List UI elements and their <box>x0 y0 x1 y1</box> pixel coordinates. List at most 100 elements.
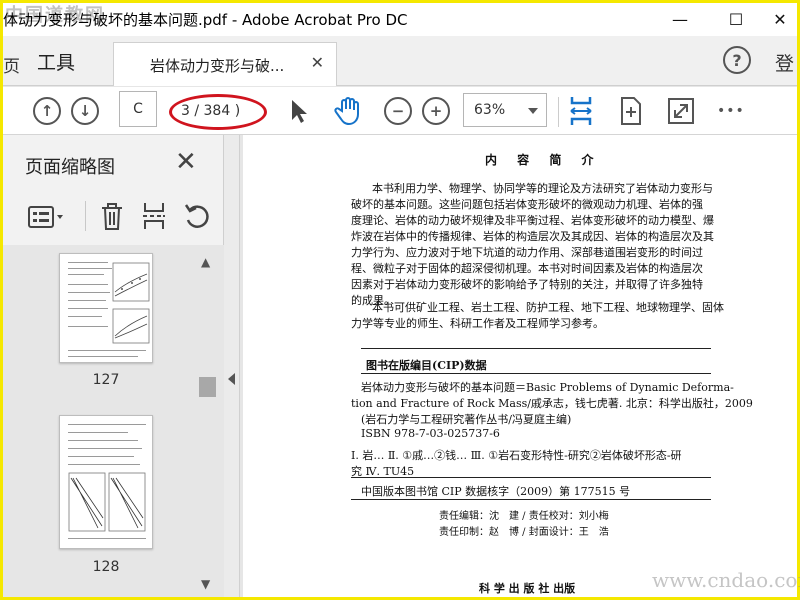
thumbnail-scrollbar[interactable] <box>199 245 217 595</box>
more-tools-button[interactable]: ••• <box>717 95 745 127</box>
scrollbar-thumb[interactable] <box>199 377 216 397</box>
previous-page-button[interactable]: ↑ <box>33 95 61 127</box>
publisher-line: 科 学 出 版 社 出版 <box>479 582 576 595</box>
page-number-input[interactable]: C <box>119 91 157 127</box>
intro-line: 本书利用力学、物理学、协同学等的理论及方法研究了岩体动力变形与 <box>372 182 713 195</box>
thumb-text-line <box>68 456 134 457</box>
intro-line: 破坏的基本问题。这些问题包括岩体变形破坏的微观动力机理、岩体的强 <box>351 198 703 211</box>
thumb-text-line <box>68 262 108 263</box>
hand-icon <box>334 97 359 126</box>
plus-icon: + <box>422 97 450 125</box>
select-tool-button[interactable] <box>287 95 309 127</box>
tab-document[interactable]: 岩体动力变形与破... ✕ <box>113 42 337 86</box>
thumb-text-line <box>68 326 108 327</box>
thumbnail-label: 127 <box>92 372 120 388</box>
thumb-text-line <box>68 432 128 433</box>
zoom-in-button[interactable]: + <box>422 95 450 127</box>
cursor-arrow-icon <box>292 100 307 123</box>
extract-page-button[interactable] <box>141 201 167 235</box>
thumb-text-line <box>68 424 146 425</box>
scroll-down-icon[interactable]: ▼ <box>201 577 210 591</box>
extract-page-icon <box>143 203 165 229</box>
intro-line: 力学行为、应力波对于地下坑道的动力作用、深部巷道围岩变形的时间过 <box>351 246 703 259</box>
cip-line: ISBN 978-7-03-025737-6 <box>361 427 500 440</box>
thumb-text-line <box>68 292 110 293</box>
title-bar: 中国道教网 体动力变形与破坏的基本问题.pdf - Adobe Acrobat … <box>3 3 797 36</box>
panel-toolbar <box>3 197 224 237</box>
close-tab-icon[interactable]: ✕ <box>311 53 324 72</box>
thumb-text-line <box>68 284 108 285</box>
full-screen-button[interactable] <box>667 95 695 127</box>
cip-line: Ⅰ. 岩… Ⅱ. ①戚…②钱… Ⅲ. ①岩石变形特性-研究②岩体破坏形态-研 <box>351 449 682 462</box>
arrow-up-icon: ↑ <box>33 97 61 125</box>
watermark-bottom: www.cndao.com <box>652 568 800 592</box>
thumb-chart <box>112 262 150 302</box>
document-view[interactable]: 内 容 简 介 本书利用力学、物理学、协同学等的理论及方法研究了岩体动力变形与 … <box>240 135 797 597</box>
thumb-text-line <box>68 316 102 317</box>
cip-line: 岩体动力变形与破坏的基本问题＝Basic Problems of Dynamic… <box>361 381 734 394</box>
thumb-chart <box>108 472 146 532</box>
thumb-text-line <box>68 350 146 351</box>
audience-line: 力学等专业的师生、科研工作者及工程师学习参考。 <box>351 317 604 330</box>
login-button[interactable]: 登 <box>775 49 794 76</box>
delete-page-button[interactable] <box>99 201 125 235</box>
minimize-button[interactable]: — <box>657 3 703 36</box>
thumb-text-line <box>68 538 146 539</box>
window-title: 体动力变形与破坏的基本问题.pdf - Adobe Acrobat Pro DC <box>3 11 408 29</box>
fit-page-button[interactable] <box>568 95 594 127</box>
print-line: 责任印制：赵 博 / 封面设计：王 浩 <box>439 527 609 538</box>
hand-tool-button[interactable] <box>333 95 363 127</box>
intro-line: 因素对于岩体动力变形破坏的影响给予了特别的关注，并取得了许多独特 <box>351 278 703 291</box>
options-menu-button[interactable] <box>27 203 67 235</box>
help-icon[interactable]: ? <box>723 46 751 74</box>
document-tab-label: 岩体动力变形与破... <box>150 57 285 75</box>
page-number-value[interactable]: C <box>119 91 157 127</box>
thumb-text-line <box>68 274 104 275</box>
full-screen-icon <box>668 98 694 124</box>
scroll-up-icon[interactable]: ▲ <box>201 255 210 269</box>
editor-line: 责任编辑：沈 建 / 责任校对：刘小梅 <box>439 511 609 522</box>
cip-heading: 图书在版编目(CIP)数据 <box>366 359 487 372</box>
fit-page-icon <box>570 97 592 125</box>
page-thumbnails-panel: 页面缩略图 ✕ 127 128 ▲ ▼ <box>3 135 224 597</box>
thumbnail-list: 127 128 <box>3 245 224 597</box>
minus-icon: − <box>384 97 412 125</box>
rotate-button[interactable] <box>183 201 211 235</box>
thumbnail-page[interactable] <box>59 253 153 363</box>
chevron-down-icon <box>528 108 538 114</box>
thumb-text-line <box>68 440 138 441</box>
thumb-text-line <box>68 464 140 465</box>
cip-top-rule <box>361 348 711 349</box>
thumb-text-line <box>68 268 112 269</box>
cip-number: 中国版本图书馆 CIP 数据核字（2009）第 177515 号 <box>361 485 631 498</box>
maximize-button[interactable]: ☐ <box>713 3 759 36</box>
intro-line: 度理论、岩体的动力破坏规律及非平衡过程、岩体变形破坏的动力模型、爆 <box>351 214 714 227</box>
arrow-down-icon: ↓ <box>71 97 99 125</box>
cip-rule <box>361 373 711 374</box>
next-page-button[interactable]: ↓ <box>71 95 99 127</box>
collapse-panel-icon[interactable] <box>228 373 235 385</box>
panel-collapse-strip[interactable] <box>224 135 240 597</box>
thumb-text-line <box>68 448 142 449</box>
intro-line: 程、微粒子对于固体的超深侵彻机理。本书对时间因素及岩体的构造层次 <box>351 262 703 275</box>
rotate-page-button[interactable] <box>618 95 644 127</box>
tab-tools[interactable]: 工具 <box>37 48 75 75</box>
thumb-chart <box>68 472 106 532</box>
thumbnail-page[interactable] <box>59 415 153 549</box>
thumb-chart <box>112 308 150 344</box>
highlight-ellipse <box>169 94 267 130</box>
cip-line: tion and Fracture of Rock Mass/戚承志，钱七虎著.… <box>351 397 753 410</box>
close-window-button[interactable]: ✕ <box>757 3 800 36</box>
rotate-icon <box>184 204 209 228</box>
close-panel-icon[interactable]: ✕ <box>175 147 197 177</box>
audience-line: 本书可供矿业工程、岩土工程、防护工程、地下工程、地球物理学、固体 <box>372 301 724 314</box>
tab-home[interactable]: 页 <box>3 52 20 77</box>
cip-end-rule <box>351 499 711 500</box>
zoom-out-button[interactable]: − <box>384 95 412 127</box>
cip-bottom-rule <box>351 477 711 478</box>
toolbar-divider <box>558 97 559 127</box>
trash-icon <box>102 203 122 230</box>
tab-row: 页 工具 岩体动力变形与破... ✕ ? 登 <box>3 36 797 86</box>
intro-line: 炸波在岩体中的传播规律、岩体的构造层次及其成因、岩体的构造层次及其 <box>351 230 714 243</box>
zoom-select[interactable]: 63% <box>463 93 547 127</box>
